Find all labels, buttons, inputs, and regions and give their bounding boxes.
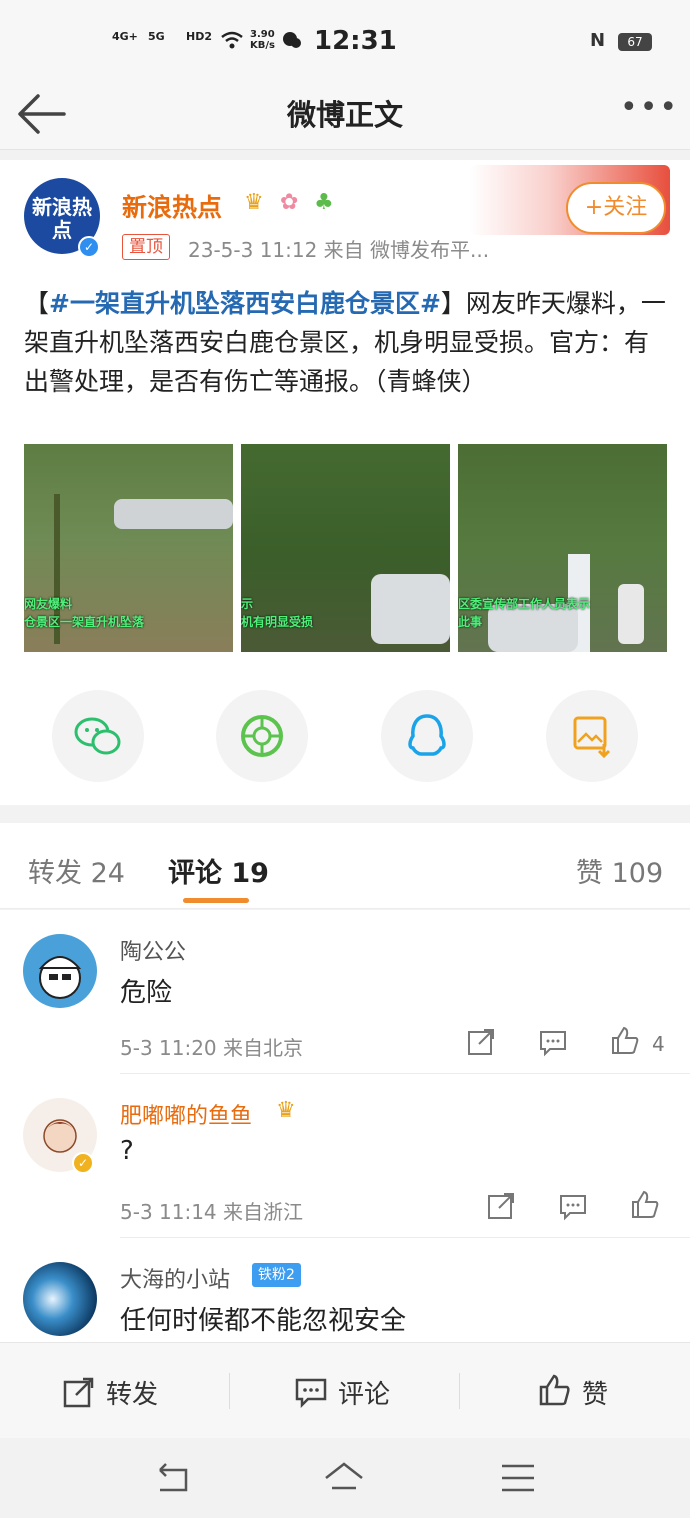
tab-likes[interactable]: 赞 109 (576, 851, 663, 890)
photo-2-caption-1: 示 (241, 597, 254, 611)
post-bracket: 【 (24, 289, 50, 318)
comment-text: 危险 (120, 978, 173, 1008)
clock: 12:31 (314, 26, 397, 56)
flower-icon: ✿ (280, 190, 299, 215)
comment-item: ✓ 肥嘟嘟的鱼鱼 ♛ ? 5-3 11:14 来自浙江 (0, 1074, 690, 1238)
tab-repost[interactable]: 转发 24 (28, 851, 125, 890)
hd-label: HD2 (186, 30, 212, 43)
tab-comments[interactable]: 评论 19 (168, 851, 269, 890)
post-card: 新浪热点 ✓ 新浪热点 ♛ ✿ ♣ 置顶 23-5-3 11:12 来自 微博发… (0, 160, 690, 805)
crown-icon: ♛ (276, 1098, 296, 1123)
photo-1-caption-1: 网友爆料 (24, 597, 73, 611)
like-label: 赞 (582, 1380, 609, 1410)
moments-icon (241, 715, 283, 757)
wifi-icon (221, 31, 243, 49)
save-image-icon (573, 716, 611, 759)
commenter-name[interactable]: 肥嘟嘟的鱼鱼 (120, 1098, 252, 1130)
follow-button[interactable]: +关注 (566, 182, 666, 234)
system-nav-bar (0, 1438, 690, 1518)
crown-icon: ♛ (244, 190, 264, 215)
clover-icon: ♣ (314, 190, 334, 215)
comment-icon (295, 1378, 327, 1408)
commenter-avatar[interactable] (23, 934, 97, 1008)
network-5g-label: 5G (148, 30, 165, 43)
bottom-action-bar: 转发 评论 赞 (0, 1342, 690, 1438)
page-title: 微博正文 (286, 98, 403, 132)
photo-grid: 网友爆料 仓景区一架直升机坠落 示 机有明显受损 区委宣传部工作人员表示 此事 (24, 444, 667, 652)
pinned-badge: 置顶 (122, 234, 170, 260)
like-icon (539, 1374, 570, 1406)
share-qq-button[interactable] (381, 690, 473, 782)
avatar-logo-text: 新浪热点 (32, 195, 92, 242)
commenter-name[interactable]: 大海的小站 (120, 1262, 230, 1294)
reply-icon[interactable] (538, 1028, 568, 1058)
comment-text: ? (120, 1136, 134, 1166)
repost-icon[interactable] (486, 1192, 516, 1222)
comment-meta: 5-3 11:14 来自浙江 (120, 1200, 304, 1224)
repost-label: 转发 (106, 1380, 159, 1410)
comment-label: 评论 (338, 1380, 391, 1410)
like-button[interactable]: 赞 (460, 1343, 690, 1439)
repost-icon[interactable] (466, 1028, 496, 1058)
commenter-name[interactable]: 陶公公 (120, 934, 186, 966)
app-notification-icon (283, 32, 301, 48)
detail-tabs: 转发 24 评论 19 赞 109 (0, 823, 690, 909)
nav-back-icon[interactable] (150, 1458, 194, 1498)
qq-icon (408, 714, 446, 756)
photo-2-caption-2: 机有明显受损 (241, 615, 314, 629)
share-row (0, 690, 690, 786)
photo-3-caption-2: 此事 (458, 615, 483, 629)
photo-3-caption-1: 区委宣传部工作人员表示 (458, 597, 591, 611)
commenter-avatar[interactable] (23, 1262, 97, 1336)
save-image-button[interactable] (546, 690, 638, 782)
comment-item: 大海的小站 铁粉2 任何时候都不能忽视安全 (0, 1238, 690, 1342)
comment-meta: 5-3 11:20 来自北京 (120, 1036, 304, 1060)
reply-icon[interactable] (558, 1192, 588, 1222)
like-icon[interactable] (610, 1026, 640, 1056)
more-options-icon[interactable]: ••• (620, 90, 677, 140)
share-moments-button[interactable] (216, 690, 308, 782)
photo-1-caption-2: 仓景区一架直升机坠落 (24, 615, 145, 629)
top-app-bar: 微博正文 ••• (0, 80, 690, 150)
comment-text: 任何时候都不能忽视安全 (120, 1306, 407, 1336)
like-icon[interactable] (630, 1190, 660, 1220)
fan-level-badge: 铁粉2 (252, 1263, 301, 1287)
comment-button[interactable]: 评论 (230, 1343, 459, 1439)
post-body: 【#一架直升机坠落西安白鹿仓景区#】网友昨天爆料，一架直升机坠落西安白鹿仓景区，… (24, 284, 669, 401)
nav-home-icon[interactable] (322, 1458, 366, 1498)
photo-1[interactable]: 网友爆料 仓景区一架直升机坠落 (24, 444, 233, 652)
author-name[interactable]: 新浪热点 (122, 188, 222, 224)
wechat-icon (74, 717, 121, 755)
post-meta: 23-5-3 11:12 来自 微博发布平... (188, 238, 490, 262)
comment-item: 陶公公 危险 5-3 11:20 来自北京 4 (0, 910, 690, 1074)
network-4g-label: 4G+ (112, 30, 138, 43)
repost-button[interactable]: 转发 (0, 1343, 229, 1439)
comment-list: 陶公公 危险 5-3 11:20 来自北京 4 ✓ 肥嘟嘟的鱼鱼 ♛ ? 5-3… (0, 910, 690, 1342)
share-wechat-button[interactable] (52, 690, 144, 782)
network-speed-label: 3.90 KB/s (250, 29, 275, 51)
hashtag-link[interactable]: #一架直升机坠落西安白鹿仓景区# (49, 289, 441, 318)
verified-badge-icon: ✓ (72, 1152, 94, 1174)
battery-indicator: 67 (618, 33, 652, 51)
photo-2[interactable]: 示 机有明显受损 (241, 444, 450, 652)
nav-menu-icon[interactable] (496, 1458, 540, 1498)
status-bar: 4G+ 5G HD2 3.90 KB/s 12:31 N 67 (0, 0, 690, 80)
photo-3[interactable]: 区委宣传部工作人员表示 此事 (458, 444, 667, 652)
nfc-icon: N (590, 30, 606, 51)
active-tab-indicator (183, 898, 249, 903)
repost-icon (63, 1377, 94, 1408)
like-count: 4 (652, 1032, 665, 1056)
verified-badge-icon: ✓ (78, 236, 100, 258)
